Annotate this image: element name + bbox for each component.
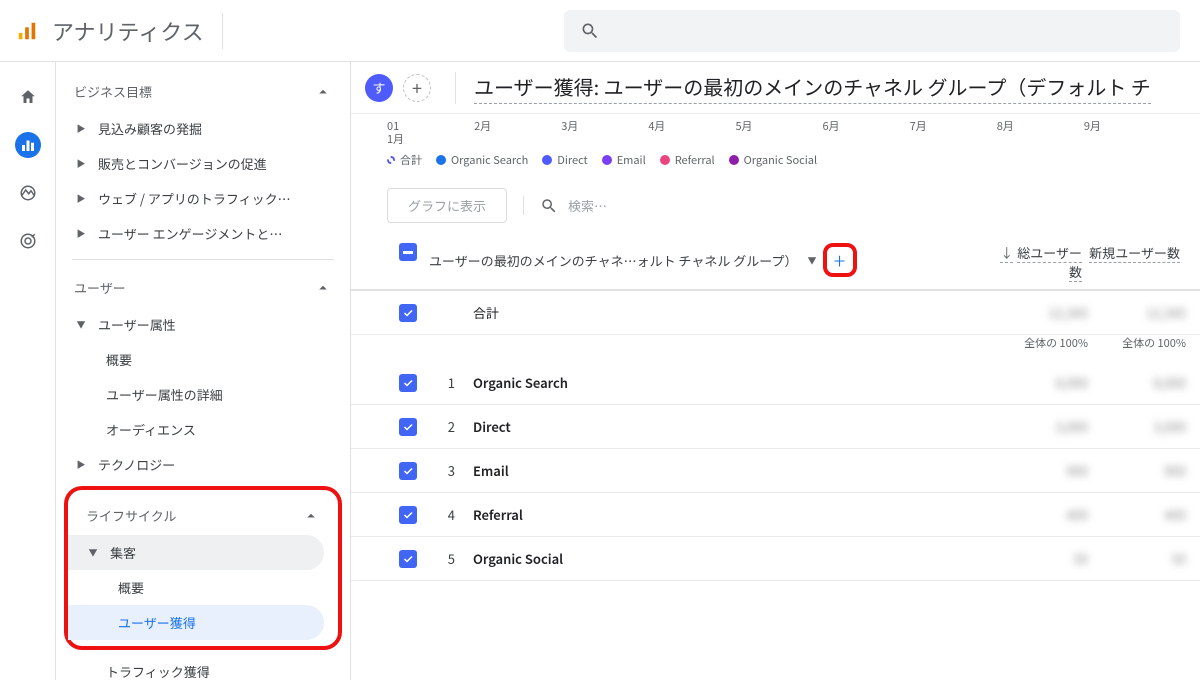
metric-value-redacted: 12,345 xyxy=(990,303,1088,322)
nav-user-attr-detail[interactable]: ユーザー属性の詳細 xyxy=(56,377,350,412)
page-title: ユーザー獲得: ユーザーの最初のメインのチャネル グループ（デフォルト チ xyxy=(474,72,1151,104)
row-checkbox[interactable] xyxy=(399,418,417,436)
metric-new-users-header[interactable]: 新規ユーザー数 xyxy=(1088,243,1186,262)
metric-value-redacted: 12,345 xyxy=(1088,303,1186,322)
legend-dot-icon xyxy=(660,155,670,165)
chevron-up-icon xyxy=(314,279,332,297)
table-search-input[interactable]: 検索… xyxy=(523,196,607,215)
row-checkbox[interactable] xyxy=(399,304,417,322)
highlight-annotation: ライフサイクル 集客 概要 ユーザー獲得 xyxy=(64,486,342,650)
chart-legend: 合計 Organic Search Direct Email Referral … xyxy=(351,148,1200,178)
nav-user-attributes[interactable]: ユーザー属性 xyxy=(56,307,350,342)
chart-x-axis: 011月 2月 3月 4月 5月 6月 7月 8月 9月 xyxy=(351,114,1200,148)
legend-dot-icon xyxy=(542,155,552,165)
metric-value-redacted: 50 xyxy=(990,549,1088,568)
search-icon xyxy=(580,21,600,41)
metric-value-redacted: 3,000 xyxy=(1088,417,1186,436)
rail-explore-icon[interactable] xyxy=(15,180,41,206)
nav-prospect-discovery[interactable]: 見込み顧客の発掘 xyxy=(56,111,350,146)
add-segment-button[interactable]: + xyxy=(403,74,431,102)
section-user[interactable]: ユーザー xyxy=(56,268,350,307)
rail-reports-icon[interactable] xyxy=(15,132,41,158)
metric-value-redacted: 3,000 xyxy=(990,417,1088,436)
row-checkbox[interactable] xyxy=(399,506,417,524)
table-row[interactable]: 4 Referral 400 400 xyxy=(351,493,1200,537)
section-label: ライフサイクル xyxy=(86,506,176,525)
row-checkbox[interactable] xyxy=(399,374,417,392)
select-all-checkbox[interactable] xyxy=(399,243,417,261)
metric-value-redacted: 400 xyxy=(990,505,1088,524)
metric-value-redacted: 50 xyxy=(1088,549,1186,568)
table-total-row: 合計 12,345 12,345 xyxy=(351,290,1200,335)
nav-user-engagement[interactable]: ユーザー エンゲージメントと… xyxy=(56,216,350,251)
chevron-down-icon: ▼ xyxy=(808,254,817,267)
divider xyxy=(72,259,334,260)
row-checkbox[interactable] xyxy=(399,462,417,480)
legend-total-icon xyxy=(387,156,395,164)
divider xyxy=(455,72,456,104)
highlight-annotation: + xyxy=(823,243,857,277)
nav-user-overview[interactable]: 概要 xyxy=(56,342,350,377)
metric-value-redacted: 8,000 xyxy=(1088,373,1186,392)
rail-home-icon[interactable] xyxy=(15,84,41,110)
section-label: ビジネス目標 xyxy=(74,82,152,101)
chevron-up-icon xyxy=(314,83,332,101)
sort-descending-icon: ↓ xyxy=(1000,243,1013,263)
legend-dot-icon xyxy=(729,155,739,165)
metric-total-users-header[interactable]: ↓総ユーザー数 xyxy=(990,243,1088,281)
table-row[interactable]: 1 Organic Search 8,000 8,000 xyxy=(351,361,1200,405)
nav-acq-overview[interactable]: 概要 xyxy=(68,570,338,605)
section-business-goals[interactable]: ビジネス目標 xyxy=(56,72,350,111)
table-pct-row: 全体の 100% 全体の 100% xyxy=(351,335,1200,361)
nav-sales-conversion[interactable]: 販売とコンバージョンの促進 xyxy=(56,146,350,181)
metric-value-redacted: 900 xyxy=(1088,461,1186,480)
segment-pill[interactable]: す xyxy=(365,74,393,102)
dimension-column-header[interactable]: ユーザーの最初のメインのチャネ…ォルト チャネル グループ） ▼ + xyxy=(429,243,990,277)
metric-value-redacted: 900 xyxy=(990,461,1088,480)
nav-user-acquisition[interactable]: ユーザー獲得 xyxy=(68,605,324,640)
show-in-graph-button[interactable]: グラフに表示 xyxy=(387,188,507,223)
rail-advertising-icon[interactable] xyxy=(15,228,41,254)
global-search-input[interactable] xyxy=(564,10,1180,52)
app-title: アナリティクス xyxy=(52,15,204,47)
metric-value-redacted: 400 xyxy=(1088,505,1186,524)
nav-traffic-acquisition[interactable]: トラフィック獲得 xyxy=(56,654,350,680)
analytics-logo-icon xyxy=(16,20,38,42)
legend-dot-icon xyxy=(602,155,612,165)
nav-audiences[interactable]: オーディエンス xyxy=(56,412,350,447)
table-row[interactable]: 3 Email 900 900 xyxy=(351,449,1200,493)
chevron-up-icon xyxy=(302,507,320,525)
search-icon xyxy=(540,197,558,215)
nav-acquisition[interactable]: 集客 xyxy=(68,535,324,570)
search-placeholder: 検索… xyxy=(568,196,607,215)
table-row[interactable]: 2 Direct 3,000 3,000 xyxy=(351,405,1200,449)
add-dimension-button[interactable]: + xyxy=(831,251,849,269)
section-lifecycle[interactable]: ライフサイクル xyxy=(68,496,338,535)
divider xyxy=(222,13,223,49)
nav-web-app-traffic[interactable]: ウェブ / アプリのトラフィック… xyxy=(56,181,350,216)
metric-value-redacted: 8,000 xyxy=(990,373,1088,392)
legend-dot-icon xyxy=(436,155,446,165)
section-label: ユーザー xyxy=(74,278,126,297)
table-row[interactable]: 5 Organic Social 50 50 xyxy=(351,537,1200,581)
nav-technology[interactable]: テクノロジー xyxy=(56,447,350,482)
row-checkbox[interactable] xyxy=(399,550,417,568)
